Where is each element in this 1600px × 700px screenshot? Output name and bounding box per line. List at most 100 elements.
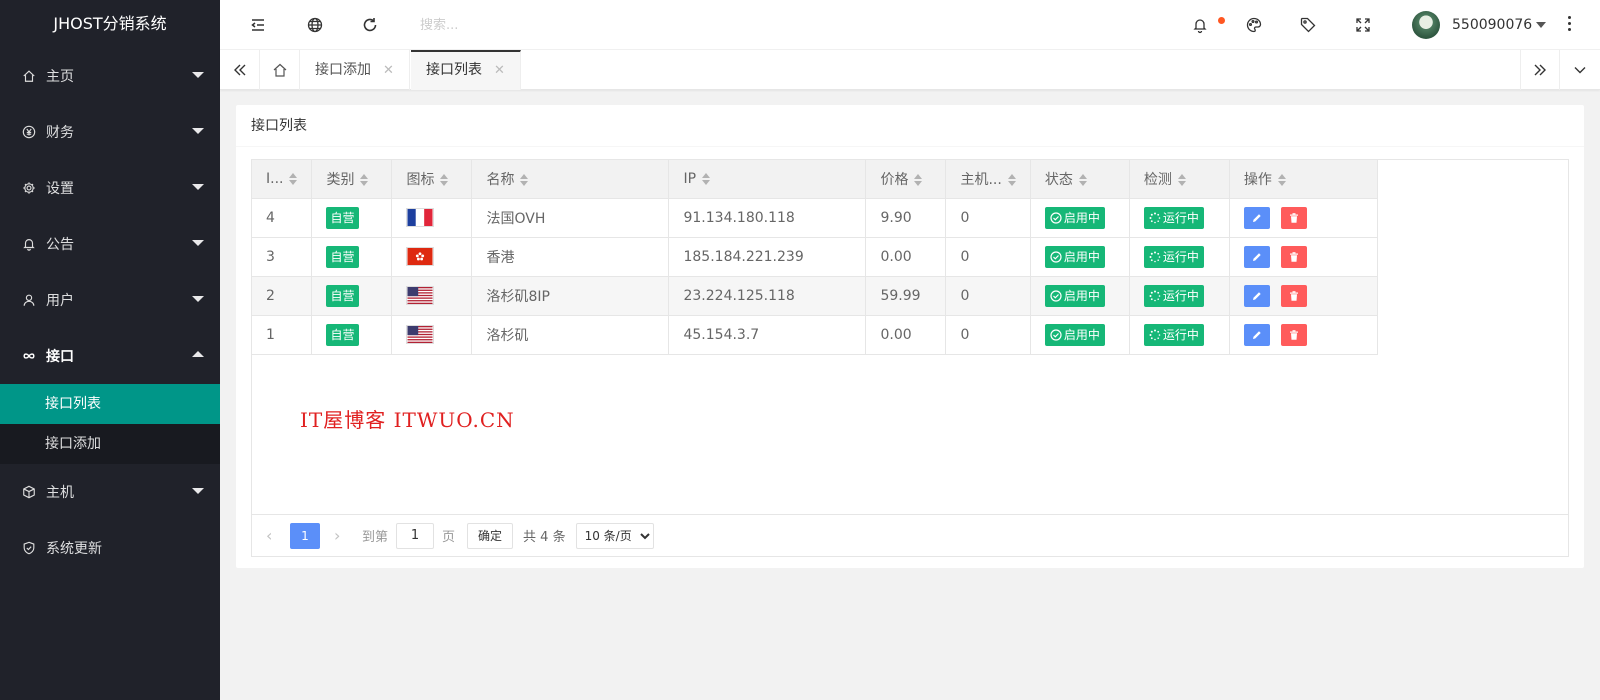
check-badge: 运行中: [1143, 245, 1204, 268]
col-header-hosts[interactable]: 主机...: [945, 160, 1031, 199]
col-header-name[interactable]: 名称: [471, 160, 670, 199]
cell-status: 启用中: [1030, 198, 1130, 238]
cell-hosts: 0: [945, 198, 1031, 238]
page-unit-label: 页: [442, 530, 456, 545]
tabs-scroll-left-icon[interactable]: [220, 50, 260, 90]
bell-icon: [20, 235, 38, 253]
usa-flag-icon: [406, 325, 435, 344]
pagination: ‹ 1 › 到第 页 确定 共 4 条 10 条/页: [252, 514, 1568, 556]
refresh-icon[interactable]: [360, 15, 380, 35]
loading-spinner-icon: [1149, 251, 1161, 262]
sidebar-item-settings[interactable]: 设置: [0, 160, 220, 216]
sort-icon[interactable]: [440, 173, 449, 186]
sidebar-item-api[interactable]: 接口: [0, 328, 220, 384]
trash-icon: [1289, 290, 1298, 301]
tag-icon[interactable]: [1298, 15, 1318, 35]
sidebar-item-finance[interactable]: 财务: [0, 104, 220, 160]
table-row: 1 自营 洛杉矶 45.154.3.7 0.00 0 启用中 运行中: [252, 315, 1378, 355]
tab-api-add[interactable]: 接口添加 ✕: [300, 50, 410, 90]
next-page-icon[interactable]: ›: [334, 526, 348, 545]
col-header-check[interactable]: 检测: [1129, 160, 1230, 199]
col-header-category[interactable]: 类别: [311, 160, 393, 199]
delete-button[interactable]: [1280, 245, 1307, 268]
usa-flag-icon: [406, 286, 435, 305]
search-input[interactable]: [420, 13, 660, 37]
current-page-button[interactable]: 1: [290, 522, 320, 549]
status-badge: 启用中: [1044, 284, 1105, 307]
page-size-select[interactable]: 10 条/页: [575, 522, 654, 549]
col-header-ip[interactable]: IP: [668, 160, 867, 199]
tabs-scroll-right-icon[interactable]: [1520, 50, 1560, 90]
cell-hosts: 0: [945, 315, 1031, 355]
collapse-menu-icon[interactable]: [248, 15, 268, 35]
data-table: I... 类别 图标 名称 IP 价格 主机... 状态 检测 操作 4 自营 法国…: [251, 159, 1569, 557]
edit-button[interactable]: [1243, 245, 1270, 268]
sort-icon[interactable]: [289, 172, 298, 185]
tabs-dropdown-icon[interactable]: [1560, 50, 1600, 90]
pencil-icon: [1252, 291, 1261, 300]
table-row: 4 自营 法国OVH 91.134.180.118 9.90 0 启用中 运行中: [252, 198, 1378, 238]
sidebar-item-label: 接口: [46, 349, 74, 365]
edit-button[interactable]: [1243, 323, 1270, 346]
cell-status: 启用中: [1030, 237, 1130, 277]
globe-icon[interactable]: [305, 15, 325, 35]
pencil-icon: [1252, 330, 1261, 339]
sort-icon[interactable]: [520, 173, 529, 186]
col-header-id[interactable]: I...: [252, 160, 313, 199]
close-icon[interactable]: ✕: [494, 63, 505, 78]
edit-button[interactable]: [1243, 284, 1270, 307]
sidebar-item-users[interactable]: 用户: [0, 272, 220, 328]
home-tab-icon[interactable]: [260, 50, 300, 90]
col-header-icon[interactable]: 图标: [391, 160, 473, 199]
caret-down-icon: [1536, 22, 1547, 28]
sort-icon[interactable]: [702, 172, 711, 185]
app-logo-title: JHOST分销系统: [53, 14, 167, 33]
status-label: 启用中: [1063, 211, 1100, 225]
header-label: I...: [266, 170, 284, 187]
delete-button[interactable]: [1280, 284, 1307, 307]
check-circle-icon: [1050, 250, 1062, 263]
sort-icon[interactable]: [1277, 173, 1286, 186]
close-icon[interactable]: ✕: [383, 63, 394, 78]
notification-dot: [1218, 17, 1225, 24]
sidebar-item-home[interactable]: 主页: [0, 48, 220, 104]
header-label: IP: [683, 170, 697, 187]
user-menu[interactable]: 550090076: [1412, 11, 1547, 39]
theme-palette-icon[interactable]: [1244, 15, 1264, 35]
sort-icon[interactable]: [360, 173, 369, 186]
tab-api-list[interactable]: 接口列表 ✕: [411, 50, 521, 90]
cell-ip: 185.184.221.239: [668, 237, 867, 277]
edit-button[interactable]: [1243, 206, 1270, 229]
sidebar-item-host[interactable]: 主机: [0, 464, 220, 520]
prev-page-icon[interactable]: ‹: [266, 526, 280, 545]
cell-name: 法国OVH: [471, 198, 670, 238]
sidebar-subitem-api-list[interactable]: 接口列表: [0, 384, 220, 424]
col-header-price[interactable]: 价格: [865, 160, 947, 199]
goto-page-input[interactable]: [396, 522, 435, 549]
cell-id: 2: [252, 276, 313, 316]
sidebar-subitem-api-add[interactable]: 接口添加: [0, 424, 220, 464]
cell-flag: [391, 276, 473, 316]
goto-label: 到第: [362, 530, 389, 545]
cell-name: 洛杉矶8IP: [471, 276, 670, 316]
delete-button[interactable]: [1280, 206, 1307, 229]
infinity-icon: [20, 347, 38, 365]
sidebar: JHOST分销系统 主页 财务 设置 公告 用户 接口 接口列表 接口添加 主机: [0, 0, 220, 700]
delete-button[interactable]: [1280, 323, 1307, 346]
cell-name: 香港: [471, 237, 670, 277]
fullscreen-icon[interactable]: [1353, 15, 1373, 35]
cell-category: 自营: [311, 315, 393, 355]
goto-confirm-button[interactable]: 确定: [467, 522, 514, 549]
sort-icon[interactable]: [914, 173, 923, 186]
sort-icon[interactable]: [1078, 173, 1087, 186]
sidebar-item-notice[interactable]: 公告: [0, 216, 220, 272]
sort-icon[interactable]: [1177, 173, 1186, 186]
col-header-status[interactable]: 状态: [1030, 160, 1130, 199]
shield-check-icon: [20, 539, 38, 557]
col-header-actions[interactable]: 操作: [1229, 160, 1378, 199]
bell-icon[interactable]: [1190, 15, 1210, 35]
cell-id: 1: [252, 315, 313, 355]
more-vertical-icon[interactable]: [1568, 16, 1572, 31]
sort-icon[interactable]: [1007, 173, 1016, 186]
sidebar-item-system-update[interactable]: 系统更新: [0, 520, 220, 576]
